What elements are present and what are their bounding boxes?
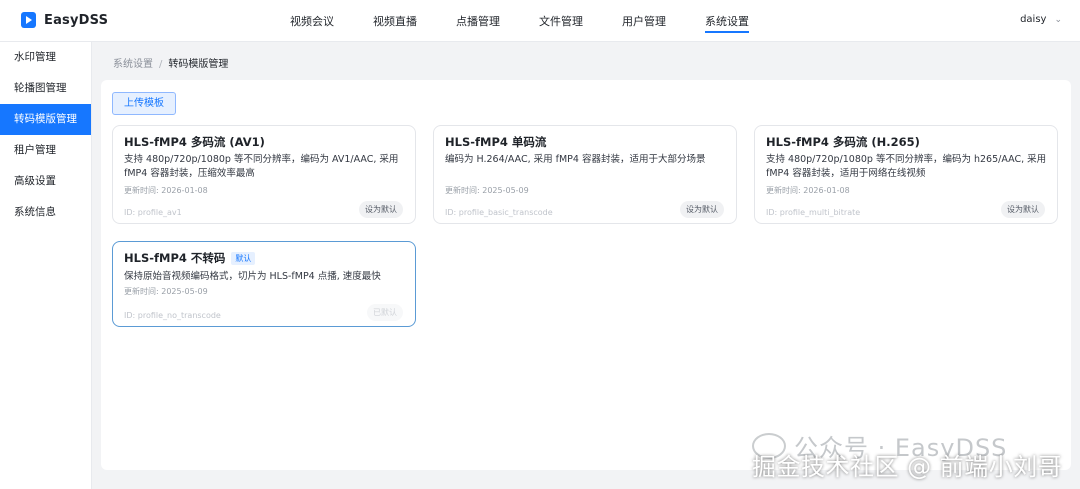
main-nav: 视频会议 视频直播 点播管理 文件管理 用户管理 系统设置 (290, 0, 788, 42)
sidebar-item-carousel[interactable]: 轮播图管理 (0, 73, 91, 104)
template-id: ID: profile_no_transcode (124, 311, 221, 320)
template-updated: 更新时间: 2026-01-08 (766, 186, 850, 195)
nav-item-video-conference[interactable]: 视频会议 (290, 0, 334, 42)
breadcrumb-separator: / (159, 59, 163, 70)
template-id: ID: profile_av1 (124, 208, 182, 217)
set-default-button[interactable]: 设为默认 (1001, 201, 1045, 218)
sidebar-item-advanced[interactable]: 高级设置 (0, 166, 91, 197)
user-menu[interactable]: daisy ⌄ (1020, 14, 1062, 25)
template-description: 保持原始音视频编码格式，切片为 HLS-fMP4 点播, 速度最快 (124, 271, 381, 282)
template-updated: 更新时间: 2025-05-09 (124, 287, 208, 296)
sidebar-item-watermark[interactable]: 水印管理 (0, 42, 91, 73)
nav-item-system-settings[interactable]: 系统设置 (705, 0, 749, 42)
upload-template-button[interactable]: 上传模板 (112, 92, 176, 115)
template-title: HLS-fMP4 不转码 默认 (124, 250, 256, 266)
template-description: 编码为 H.264/AAC, 采用 fMP4 容器封装，适用于大部分场景 (445, 154, 706, 165)
app-name: EasyDSS (44, 12, 109, 28)
breadcrumb: 系统设置 / 转码模版管理 (113, 55, 228, 70)
template-description: 支持 480p/720p/1080p 等不同分辨率，编码为 h265/AAC, … (766, 154, 1047, 179)
sidebar-item-transcode-templates[interactable]: 转码模版管理 (0, 104, 91, 135)
nav-item-vod-management[interactable]: 点播管理 (456, 0, 500, 42)
top-bar: EasyDSS 视频会议 视频直播 点播管理 文件管理 用户管理 系统设置 da… (0, 0, 1080, 42)
breadcrumb-parent[interactable]: 系统设置 (113, 59, 153, 70)
play-logo-icon (21, 12, 36, 28)
set-default-button: 已默认 (367, 304, 403, 321)
template-id: ID: profile_basic_transcode (445, 208, 553, 217)
sidebar-item-tenants[interactable]: 租户管理 (0, 135, 91, 166)
user-name: daisy (1020, 14, 1047, 25)
template-updated: 更新时间: 2026-01-08 (124, 186, 208, 195)
nav-item-file-management[interactable]: 文件管理 (539, 0, 583, 42)
template-card[interactable]: HLS-fMP4 多码流 (H.265) 支持 480p/720p/1080p … (754, 125, 1058, 224)
default-badge: 默认 (231, 251, 256, 265)
template-title: HLS-fMP4 多码流 (AV1) (124, 135, 265, 149)
template-description: 支持 480p/720p/1080p 等不同分辨率，编码为 AV1/AAC, 采… (124, 154, 399, 179)
nav-item-user-management[interactable]: 用户管理 (622, 0, 666, 42)
template-updated: 更新时间: 2025-05-09 (445, 186, 529, 195)
sidebar-item-system-info[interactable]: 系统信息 (0, 197, 91, 228)
set-default-button[interactable]: 设为默认 (359, 201, 403, 218)
app-logo[interactable]: EasyDSS (21, 12, 108, 28)
set-default-button[interactable]: 设为默认 (680, 201, 724, 218)
template-card[interactable]: HLS-fMP4 多码流 (AV1) 支持 480p/720p/1080p 等不… (112, 125, 416, 224)
main-panel: 上传模板 HLS-fMP4 多码流 (AV1) 支持 480p/720p/108… (101, 80, 1071, 470)
breadcrumb-current: 转码模版管理 (168, 59, 229, 70)
sidebar: 水印管理 轮播图管理 转码模版管理 租户管理 高级设置 系统信息 (0, 42, 92, 489)
template-id: ID: profile_multi_bitrate (766, 208, 861, 217)
template-card-default[interactable]: HLS-fMP4 不转码 默认 保持原始音视频编码格式，切片为 HLS-fMP4… (112, 241, 416, 327)
juejin-watermark: 掘金技术社区 @ 前端小刘哥 (752, 453, 1063, 481)
template-title: HLS-fMP4 单码流 (445, 135, 547, 149)
template-title: HLS-fMP4 多码流 (H.265) (766, 135, 920, 149)
nav-item-live-streaming[interactable]: 视频直播 (373, 0, 417, 42)
chevron-down-icon: ⌄ (1054, 14, 1062, 25)
template-card[interactable]: HLS-fMP4 单码流 编码为 H.264/AAC, 采用 fMP4 容器封装… (433, 125, 737, 224)
